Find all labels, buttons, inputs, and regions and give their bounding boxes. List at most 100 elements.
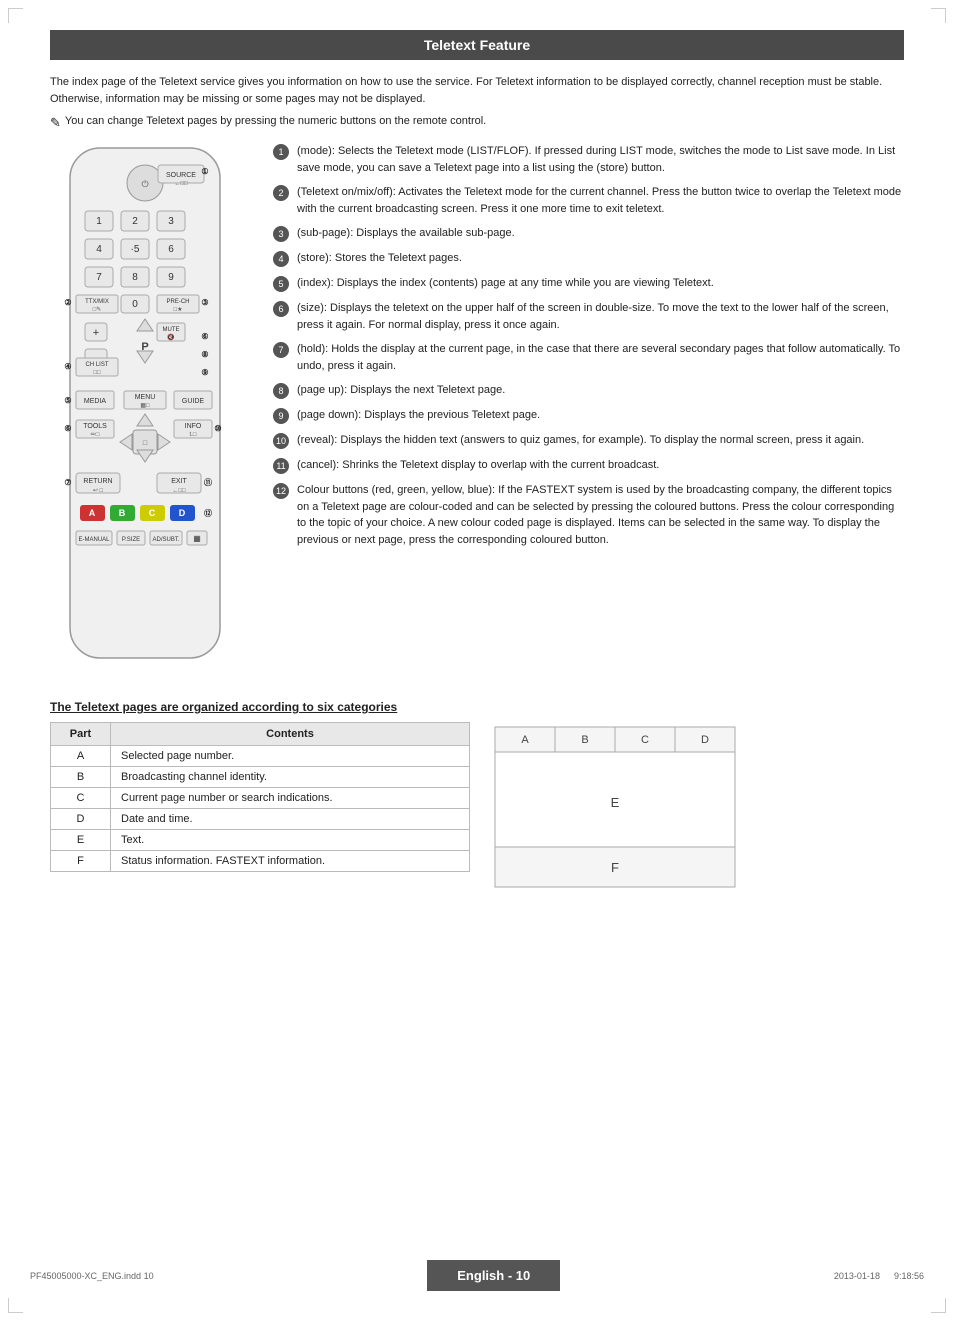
items-container: 1 (mode): Selects the Teletext mode (LIST…: [273, 143, 904, 548]
svg-text:▦□: ▦□: [140, 403, 150, 409]
svg-text:CH LIST: CH LIST: [85, 362, 108, 368]
table-cell-part-5: E: [51, 830, 111, 851]
item-text-12: Colour buttons (red, green, yellow, blue…: [297, 482, 904, 548]
table-body: ASelected page number.BBroadcasting chan…: [51, 746, 470, 872]
item-row-10: 10(reveal): Displays the hidden text (an…: [273, 432, 904, 449]
table-cell-contents-5: Text.: [111, 830, 470, 851]
item-text-1: (mode): Selects the Teletext mode (LIST/…: [297, 143, 904, 176]
corner-bl: [8, 1298, 23, 1313]
svg-text:AD/SUBT.: AD/SUBT.: [152, 537, 179, 543]
table-row-1: ASelected page number.: [51, 746, 470, 767]
item-row-3: 3 (sub-page): Displays the available sub-…: [273, 225, 904, 242]
table-row-5: EText.: [51, 830, 470, 851]
svg-text:E: E: [611, 795, 620, 810]
svg-text:8: 8: [132, 272, 138, 283]
item-row-2: 2 (Teletext on/mix/off): Activates the Te…: [273, 184, 904, 217]
svg-text:⏻: ⏻: [141, 179, 148, 189]
svg-text:GUIDE: GUIDE: [182, 398, 205, 405]
svg-text:⑨: ⑨: [201, 368, 208, 377]
svg-text:▦: ▦: [193, 534, 201, 543]
table-cell-contents-1: Selected page number.: [111, 746, 470, 767]
item-row-8: 8(page up): Displays the next Teletext p…: [273, 382, 904, 399]
col-header-contents: Contents: [111, 723, 470, 746]
table-cell-part-1: A: [51, 746, 111, 767]
item-num-12: 12: [273, 483, 289, 499]
svg-text:4: 4: [96, 244, 102, 255]
table-row-4: DDate and time.: [51, 809, 470, 830]
svg-text:B: B: [581, 734, 588, 746]
item-num-3: 3: [273, 226, 289, 242]
item-text-7: (hold): Holds the display at the current…: [297, 341, 904, 374]
note-line: ✎ You can change Teletext pages by press…: [50, 115, 904, 131]
col-header-part: Part: [51, 723, 111, 746]
item-text-10: (reveal): Displays the hidden text (answ…: [297, 432, 904, 449]
main-content: ⏻ SOURCE ←□□ ① 1 2 3 4 ·5 6: [50, 143, 904, 676]
page-title: Teletext Feature: [50, 30, 904, 60]
table-cell-contents-6: Status information. FASTEXT information.: [111, 851, 470, 872]
table-cell-part-6: F: [51, 851, 111, 872]
svg-text:✏□: ✏□: [91, 432, 100, 438]
item-num-5: 5: [273, 276, 289, 292]
svg-text:⑤: ⑤: [64, 396, 71, 405]
svg-text:E-MANUAL: E-MANUAL: [78, 537, 110, 543]
svg-text:PRE-CH: PRE-CH: [166, 299, 189, 305]
footer: PF45005000-XC_ENG.indd 10 English - 10 2…: [0, 1260, 954, 1291]
page: Teletext Feature The index page of the T…: [0, 0, 954, 1321]
item-row-9: 9(page down): Displays the previous Tele…: [273, 407, 904, 424]
footer-left: PF45005000-XC_ENG.indd 10: [30, 1271, 154, 1281]
table-title: The Teletext pages are organized accordi…: [50, 700, 904, 714]
table-cell-contents-4: Date and time.: [111, 809, 470, 830]
item-num-11: 11: [273, 458, 289, 474]
items-area: 1 (mode): Selects the Teletext mode (LIST…: [273, 143, 904, 676]
svg-text:MENU: MENU: [135, 394, 156, 401]
svg-text:←□□: ←□□: [172, 488, 186, 494]
svg-text:9: 9: [168, 272, 174, 283]
svg-text:B: B: [119, 508, 126, 518]
item-num-6: 6: [273, 301, 289, 317]
svg-text:RETURN: RETURN: [83, 478, 112, 485]
svg-text:·5: ·5: [131, 244, 140, 255]
remote-svg: ⏻ SOURCE ←□□ ① 1 2 3 4 ·5 6: [50, 143, 240, 673]
footer-center: English - 10: [427, 1260, 560, 1291]
item-num-4: 4: [273, 251, 289, 267]
svg-text:A: A: [521, 734, 529, 746]
svg-text:⑦: ⑦: [64, 478, 71, 487]
svg-text:7: 7: [96, 272, 102, 283]
svg-text:🔇: 🔇: [167, 333, 175, 341]
svg-text:⑥: ⑥: [64, 424, 71, 433]
svg-text:⑫: ⑫: [204, 508, 212, 518]
svg-text:←□□: ←□□: [174, 181, 188, 187]
svg-text:+: +: [93, 327, 99, 339]
item-num-1: 1: [273, 144, 289, 160]
svg-text:⑪: ⑪: [204, 477, 212, 487]
item-row-11: 11(cancel): Shrinks the Teletext display…: [273, 457, 904, 474]
svg-text:TOOLS: TOOLS: [83, 423, 107, 430]
item-row-12: 12 Colour buttons (red, green, yellow, bl…: [273, 482, 904, 548]
svg-text:D: D: [179, 508, 186, 518]
item-text-2: (Teletext on/mix/off): Activates the Tel…: [297, 184, 904, 217]
svg-text:□✎: □✎: [93, 306, 102, 313]
item-num-9: 9: [273, 408, 289, 424]
table-section: The Teletext pages are organized accordi…: [50, 700, 904, 895]
svg-text:①: ①: [201, 167, 208, 176]
svg-text:0: 0: [132, 299, 138, 310]
svg-text:⑧: ⑧: [201, 350, 208, 359]
item-row-4: 4(store): Stores the Teletext pages.: [273, 250, 904, 267]
intro-text: The index page of the Teletext service g…: [50, 74, 904, 107]
svg-text:F: F: [611, 860, 619, 875]
svg-text:↩ □: ↩ □: [93, 488, 104, 494]
item-row-7: 7(hold): Holds the display at the curren…: [273, 341, 904, 374]
item-row-1: 1 (mode): Selects the Teletext mode (LIST…: [273, 143, 904, 176]
item-num-2: 2: [273, 185, 289, 201]
corner-tr: [931, 8, 946, 23]
svg-text:t.□: t.□: [190, 432, 197, 438]
corner-br: [931, 1298, 946, 1313]
note-icon: ✎: [50, 115, 61, 131]
diagram-area: A B C D E F: [490, 722, 740, 895]
svg-text:A: A: [89, 508, 96, 518]
item-text-3: (sub-page): Displays the available sub-p…: [297, 225, 904, 242]
svg-text:⑥: ⑥: [201, 332, 208, 341]
table-row-3: CCurrent page number or search indicatio…: [51, 788, 470, 809]
diagram-svg: A B C D E F: [490, 722, 740, 892]
svg-text:MUTE: MUTE: [163, 327, 180, 333]
